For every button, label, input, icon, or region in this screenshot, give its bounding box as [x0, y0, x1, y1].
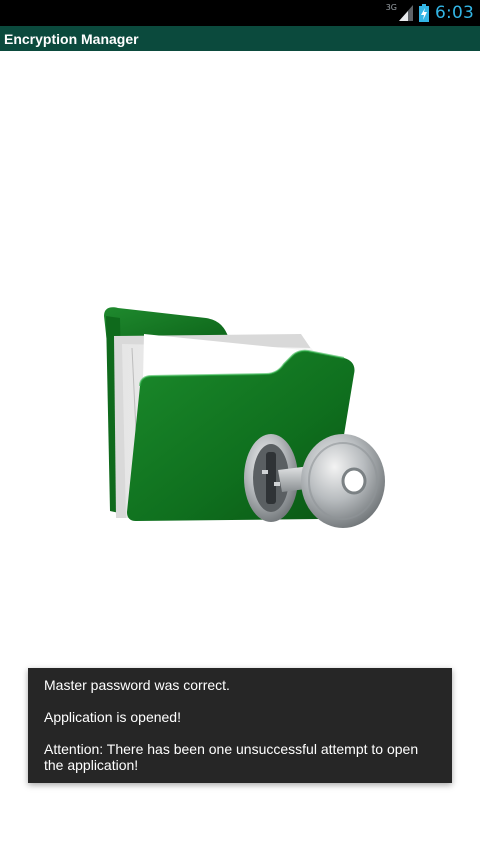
action-bar: Encryption Manager — [0, 26, 480, 51]
status-bar: 3G 6:03 — [0, 0, 480, 26]
toast-line-attention: Attention: There has been one unsuccessf… — [44, 741, 419, 773]
locked-folder-with-key-icon — [96, 256, 396, 536]
network-type-label: 3G — [385, 2, 398, 12]
status-icons: 3G 6:03 — [386, 0, 474, 26]
toast-line-password: Master password was correct. — [44, 677, 230, 693]
status-clock: 6:03 — [435, 3, 474, 23]
toast-message: Master password was correct. Application… — [28, 668, 452, 783]
toast-line-opened: Application is opened! — [44, 709, 181, 725]
app-title: Encryption Manager — [4, 30, 139, 47]
battery-charging-icon — [419, 4, 430, 22]
signal-icon — [399, 5, 414, 21]
